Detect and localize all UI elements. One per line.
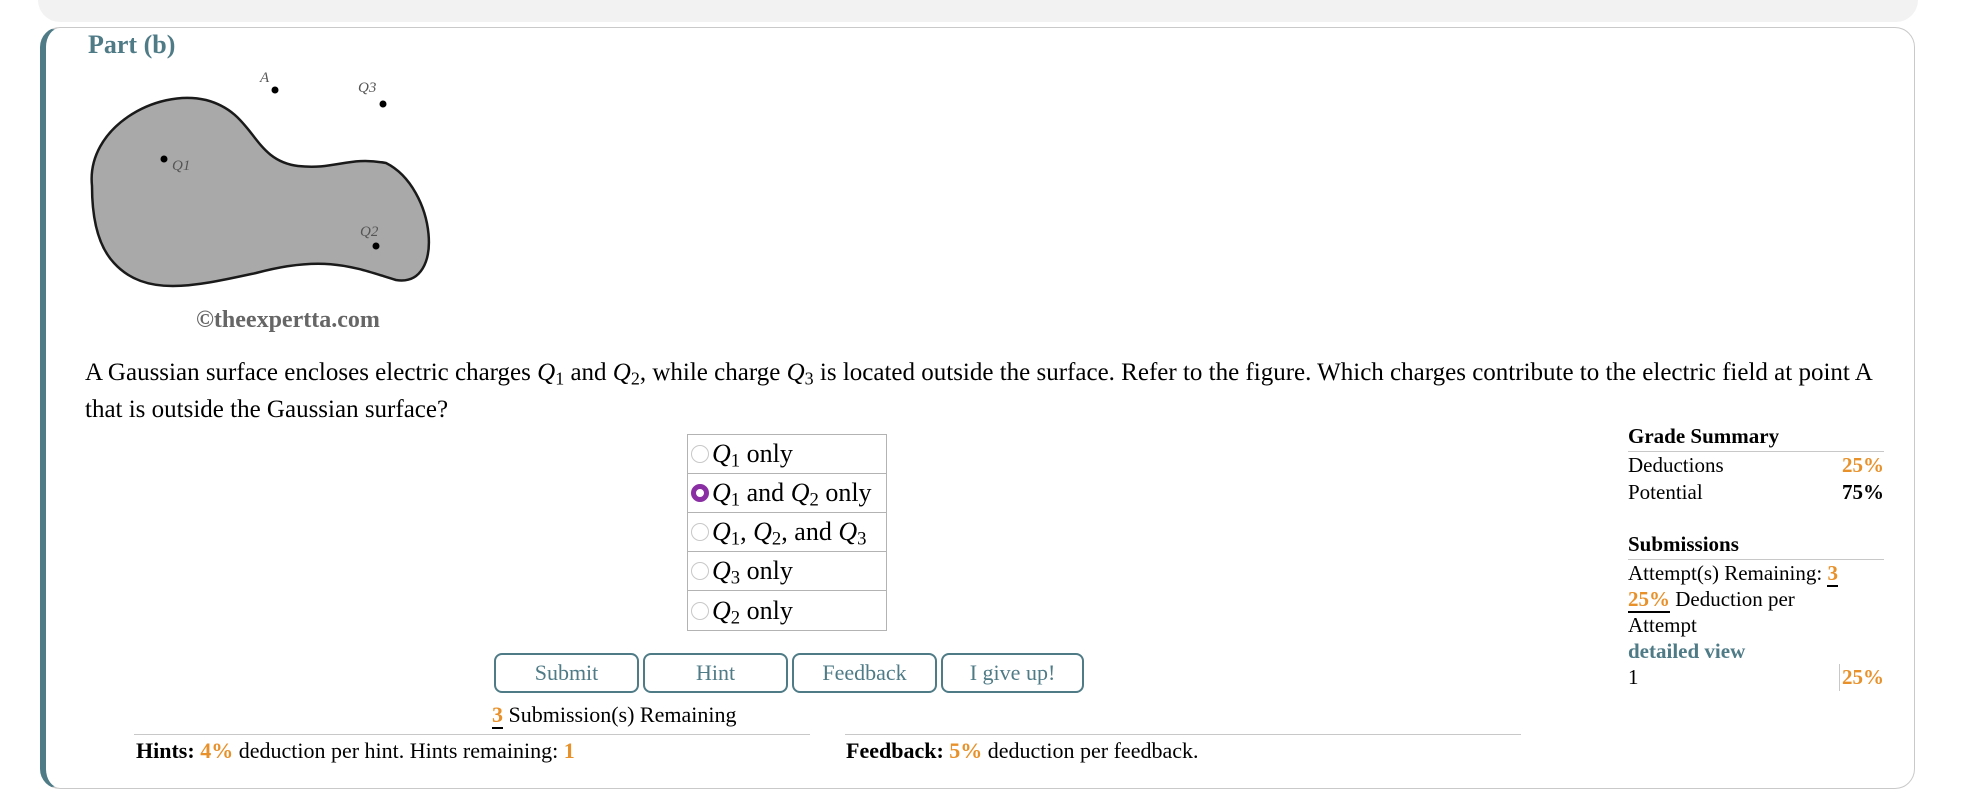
charge-q2-label: Q2 bbox=[360, 224, 379, 240]
figure-copyright: ©theexpertta.com bbox=[196, 307, 380, 333]
radio-button[interactable] bbox=[691, 601, 709, 620]
deductions-row: Deductions 25% bbox=[1628, 453, 1884, 477]
submit-button[interactable]: Submit bbox=[494, 653, 639, 693]
part-title: Part (b) bbox=[88, 30, 176, 59]
hint-button[interactable]: Hint bbox=[643, 653, 788, 693]
hints-divider bbox=[134, 734, 810, 735]
feedback-button[interactable]: Feedback bbox=[792, 653, 937, 693]
charge-q1-label: Q1 bbox=[172, 158, 190, 174]
detailed-view-link[interactable]: detailed view bbox=[1628, 638, 1884, 664]
answer-choice[interactable]: Q3 only bbox=[688, 552, 886, 591]
grade-summary-title: Grade Summary bbox=[1628, 424, 1884, 452]
radio-button[interactable] bbox=[691, 445, 709, 463]
feedback-info: Feedback: 5% deduction per feedback. bbox=[846, 738, 1199, 763]
answer-choice-label: Q3 only bbox=[712, 556, 793, 589]
answer-choices: Q1 only Q1 and Q2 only Q1, Q2, and Q3 Q3 on… bbox=[687, 434, 887, 631]
answer-choice[interactable]: Q2 only bbox=[688, 591, 886, 630]
answer-choice[interactable]: Q1 and Q2 only bbox=[688, 474, 886, 513]
point-a-dot bbox=[271, 86, 279, 94]
previous-card-edge bbox=[38, 0, 1918, 22]
answer-choice[interactable]: Q1 only bbox=[688, 435, 886, 474]
answer-choice-label: Q1 only bbox=[712, 439, 793, 472]
radio-button[interactable] bbox=[691, 484, 709, 502]
submissions-remaining: 3 Submission(s) Remaining bbox=[492, 702, 737, 729]
point-a-label: A bbox=[259, 70, 270, 86]
gaussian-surface bbox=[90, 96, 431, 288]
answer-choice-label: Q1 and Q2 only bbox=[712, 478, 872, 511]
hints-info: Hints: 4% deduction per hint. Hints rema… bbox=[136, 738, 575, 763]
answer-choice-label: Q1, Q2, and Q3 bbox=[712, 517, 867, 550]
radio-button[interactable] bbox=[691, 562, 709, 580]
action-buttons: Submit Hint Feedback I give up! bbox=[494, 653, 1084, 693]
question-text: A Gaussian surface encloses electric cha… bbox=[85, 359, 1872, 423]
charge-q3-label: Q3 bbox=[358, 80, 376, 96]
deduction-per-attempt: 25% Deduction per Attempt bbox=[1628, 587, 1795, 637]
submission-history-row: 1 25% bbox=[1628, 664, 1884, 691]
radio-button[interactable] bbox=[691, 523, 709, 541]
answer-choice[interactable]: Q1, Q2, and Q3 bbox=[688, 513, 886, 552]
charge-q1-dot bbox=[160, 155, 168, 163]
charge-q3-dot bbox=[379, 100, 387, 108]
gaussian-surface-figure: Q1 A Q3 Q2 bbox=[90, 70, 431, 288]
submissions-remaining-count: 3 bbox=[492, 702, 503, 729]
answer-choice-label: Q2 only bbox=[712, 595, 793, 629]
submissions-title: Submissions bbox=[1628, 532, 1884, 560]
attempts-remaining: Attempt(s) Remaining: 3 bbox=[1628, 561, 1838, 587]
charge-q2-dot bbox=[372, 242, 380, 250]
give-up-button[interactable]: I give up! bbox=[941, 653, 1084, 693]
feedback-divider bbox=[845, 734, 1521, 735]
grade-panel: Grade Summary Deductions 25% Potential 7… bbox=[1628, 424, 1884, 691]
potential-row: Potential 75% bbox=[1628, 480, 1884, 504]
submissions-remaining-label: Submission(s) Remaining bbox=[503, 702, 737, 727]
